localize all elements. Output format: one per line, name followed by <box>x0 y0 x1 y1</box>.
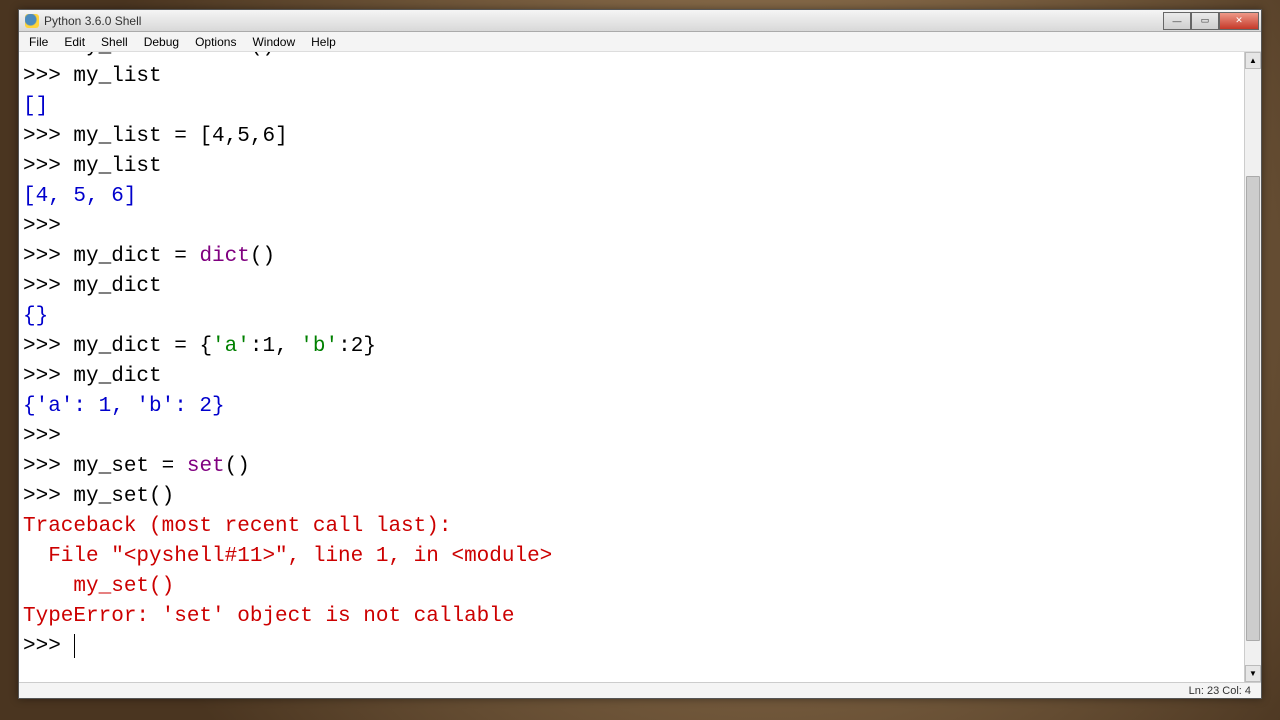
builtin: list <box>199 52 249 58</box>
traceback: Traceback (most recent call last): <box>23 515 451 538</box>
text-cursor <box>74 634 75 658</box>
vertical-scrollbar[interactable]: ▲ ▼ <box>1244 52 1261 682</box>
scroll-down-button[interactable]: ▼ <box>1245 665 1261 682</box>
code: my_dict = { <box>73 335 212 358</box>
cursor-position: Ln: 23 Col: 4 <box>1189 685 1251 697</box>
scroll-thumb[interactable] <box>1246 176 1260 641</box>
code: , <box>225 125 238 148</box>
code: my_dict = <box>73 245 199 268</box>
menu-help[interactable]: Help <box>303 33 344 51</box>
prompt: >>> <box>23 635 73 658</box>
prompt: >>> <box>23 65 73 88</box>
prompt: >>> <box>23 365 73 388</box>
code: my_list = [ <box>73 125 212 148</box>
content-area: >>> my_list = list()>>> my_list [] >>> m… <box>19 52 1261 682</box>
code: my_set = <box>73 455 186 478</box>
code: my_list <box>73 65 161 88</box>
output: [4, 5, 6] <box>23 185 136 208</box>
menu-edit[interactable]: Edit <box>56 33 93 51</box>
titlebar[interactable]: Python 3.6.0 Shell — ▭ ✕ <box>19 10 1261 32</box>
code: () <box>225 455 250 478</box>
code: : <box>250 335 263 358</box>
idle-window: Python 3.6.0 Shell — ▭ ✕ File Edit Shell… <box>18 9 1262 699</box>
output: {'a': 1, 'b': 2} <box>23 395 225 418</box>
code: my_set() <box>73 485 174 508</box>
builtin: dict <box>199 245 249 268</box>
code: () <box>250 245 275 268</box>
menu-options[interactable]: Options <box>187 33 244 51</box>
prompt: >>> <box>23 52 73 58</box>
menu-shell[interactable]: Shell <box>93 33 136 51</box>
code: , <box>250 125 263 148</box>
window-controls: — ▭ ✕ <box>1163 12 1259 30</box>
prompt: >>> <box>23 155 73 178</box>
statusbar: Ln: 23 Col: 4 <box>19 682 1261 698</box>
menu-file[interactable]: File <box>21 33 56 51</box>
prompt: >>> <box>23 245 73 268</box>
scroll-track[interactable] <box>1245 69 1261 665</box>
prompt: >>> <box>23 335 73 358</box>
menu-window[interactable]: Window <box>244 33 303 51</box>
traceback: File "<pyshell#11>", line 1, in <module> <box>23 545 552 568</box>
number: 6 <box>262 125 275 148</box>
code: my_list <box>73 155 161 178</box>
code: : <box>338 335 351 358</box>
number: 5 <box>237 125 250 148</box>
traceback: TypeError: 'set' object is not callable <box>23 605 514 628</box>
maximize-button[interactable]: ▭ <box>1191 12 1219 30</box>
output: [] <box>23 95 48 118</box>
close-button[interactable]: ✕ <box>1219 12 1259 30</box>
code: my_dict <box>73 275 161 298</box>
python-icon <box>25 14 39 28</box>
prompt: >>> <box>23 215 73 238</box>
prompt: >>> <box>23 485 73 508</box>
window-title: Python 3.6.0 Shell <box>44 14 141 28</box>
code: () <box>250 52 275 58</box>
number: 1 <box>262 335 275 358</box>
minimize-button[interactable]: — <box>1163 12 1191 30</box>
code: ] <box>275 125 288 148</box>
builtin: set <box>187 455 225 478</box>
code: my_list = <box>73 52 199 58</box>
number: 4 <box>212 125 225 148</box>
code: my_dict <box>73 365 161 388</box>
menu-debug[interactable]: Debug <box>136 33 187 51</box>
code: } <box>363 335 376 358</box>
prompt: >>> <box>23 425 73 448</box>
string: 'b' <box>300 335 338 358</box>
code: , <box>275 335 300 358</box>
shell-text-area[interactable]: >>> my_list = list()>>> my_list [] >>> m… <box>19 52 1244 682</box>
menubar: File Edit Shell Debug Options Window Hel… <box>19 32 1261 52</box>
string: 'a' <box>212 335 250 358</box>
prompt: >>> <box>23 125 73 148</box>
number: 2 <box>351 335 364 358</box>
prompt: >>> <box>23 275 73 298</box>
prompt: >>> <box>23 455 73 478</box>
traceback: my_set() <box>23 575 174 598</box>
output: {} <box>23 305 48 328</box>
scroll-up-button[interactable]: ▲ <box>1245 52 1261 69</box>
